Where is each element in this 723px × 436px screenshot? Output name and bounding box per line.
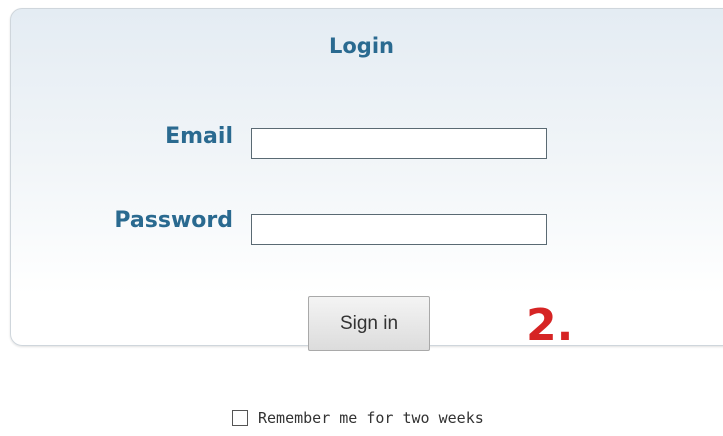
step-number-annotation: 2. [526, 300, 574, 351]
password-input[interactable] [251, 214, 547, 245]
password-label: Password [114, 208, 233, 233]
remember-me-row[interactable]: Remember me for two weeks [232, 406, 484, 430]
sign-in-button[interactable]: Sign in [308, 296, 430, 351]
login-title: Login [329, 34, 394, 58]
remember-me-checkbox[interactable] [232, 410, 248, 426]
email-input[interactable] [251, 128, 547, 159]
remember-me-label[interactable]: Remember me for two weeks [258, 409, 484, 427]
email-label: Email [165, 124, 233, 149]
